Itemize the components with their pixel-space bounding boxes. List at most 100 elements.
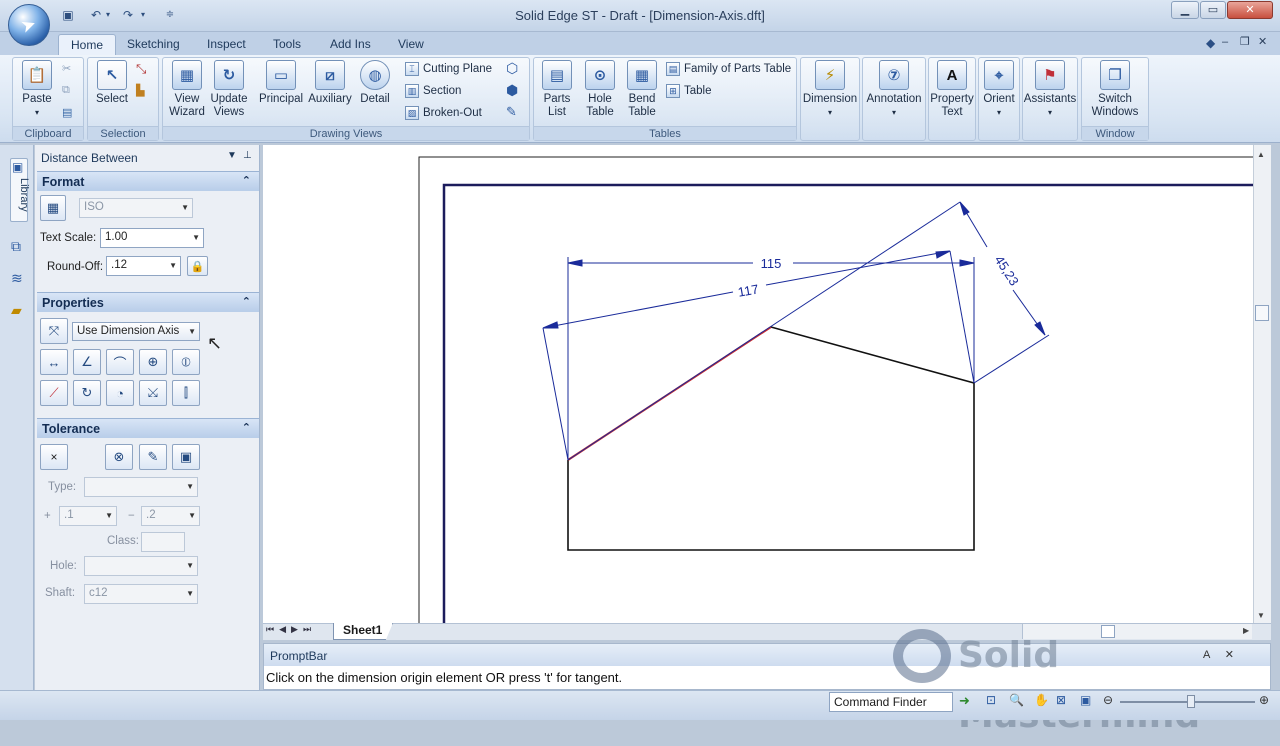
save-icon[interactable]: ▣ — [60, 7, 76, 23]
bend-table-button[interactable]: ▦ Bend Table — [622, 60, 662, 119]
drawing-sheet-svg[interactable]: 115 117 45,23 — [263, 145, 1253, 623]
axis-mode-select[interactable]: Use Dimension Axis ▼ — [72, 322, 200, 341]
minus-tolerance-select[interactable]: .2 ▼ — [141, 506, 200, 526]
format-painter-icon[interactable]: ▤ — [62, 106, 72, 119]
vertical-scrollbar[interactable] — [1253, 145, 1271, 623]
format-section-header[interactable]: Format ⌃ — [37, 171, 259, 191]
type-select[interactable]: ▼ — [84, 477, 198, 497]
view-cube-icon[interactable]: ⬡ — [506, 60, 518, 77]
linear-dimension-icon[interactable]: ↔ — [40, 349, 68, 375]
parts-list-button[interactable]: ▤ Parts List — [536, 60, 578, 119]
broken-out-button[interactable]: ▨ Broken-Out — [405, 104, 482, 122]
dimension-dropdown-icon[interactable]: ▾ — [802, 106, 858, 119]
section-button[interactable]: ▥ Section — [405, 82, 461, 100]
text-scale-select[interactable]: 1.00 ▼ — [100, 228, 204, 248]
pan-icon[interactable]: ✋ — [1034, 693, 1049, 707]
zoom-icon[interactable]: 🔍 — [1009, 693, 1024, 707]
tab-inspect[interactable]: Inspect — [195, 34, 258, 56]
lock-icon[interactable]: 🔒 — [187, 256, 208, 276]
assistants-dropdown-icon[interactable]: ▾ — [1022, 106, 1078, 119]
table-button[interactable]: ⊞ Table — [666, 82, 712, 100]
select-filter-icon[interactable]: ▙ — [136, 84, 144, 97]
arc-dimension-icon[interactable]: ↻ — [73, 380, 101, 406]
tab-add-ins[interactable]: Add Ins — [318, 34, 383, 56]
tab-view[interactable]: View — [386, 34, 436, 56]
cutting-plane-button[interactable]: ⌶ Cutting Plane — [405, 60, 492, 78]
select-button[interactable]: ↖ Select — [93, 60, 131, 106]
close-button[interactable]: ✕ — [1227, 1, 1273, 19]
paste-button[interactable]: 📋 Paste ▾ — [18, 60, 56, 119]
symmetric-diameter-icon[interactable]: ⦶ — [172, 349, 200, 375]
assistants-button[interactable]: ⚑ Assistants ▾ — [1022, 60, 1078, 119]
view-cube-2-icon[interactable]: ⬢ — [506, 82, 518, 99]
scroll-down-icon[interactable]: ▼ — [1257, 611, 1265, 620]
vertical-scroll-thumb[interactable] — [1255, 305, 1269, 321]
chamfer-dimension-icon[interactable]: ⟋ — [40, 380, 68, 406]
auxiliary-button[interactable]: ⧄ Auxiliary — [306, 60, 354, 106]
view-wizard-button[interactable]: ▦ View Wizard — [166, 60, 208, 119]
round-off-select[interactable]: .12 ▼ — [106, 256, 181, 276]
go-arrow-icon[interactable]: ➜ — [959, 693, 970, 709]
orient-button[interactable]: ⌖ Orient ▾ — [979, 60, 1019, 119]
command-finder-input[interactable]: Command Finder — [829, 692, 953, 712]
panel-menu-icon[interactable]: ▼ — [227, 150, 237, 161]
annotation-dropdown-icon[interactable]: ▾ — [863, 106, 925, 119]
copy-icon[interactable]: ⧉ — [62, 84, 70, 97]
folder-icon[interactable]: ▰ — [11, 302, 22, 319]
principal-button[interactable]: ▭ Principal — [258, 60, 304, 106]
tolerance-type-icon[interactable]: ⊗ — [105, 444, 133, 470]
layers-icon[interactable]: ⧉ — [11, 238, 21, 255]
undo-dropdown-icon[interactable]: ▾ — [104, 7, 112, 23]
tolerance-section-header[interactable]: Tolerance ⌃ — [37, 418, 259, 438]
zoom-out-icon[interactable]: ⊖ — [1103, 693, 1113, 707]
properties-section-header[interactable]: Properties ⌃ — [37, 292, 259, 312]
sheets-icon[interactable]: ≋ — [11, 270, 23, 287]
minimize-button[interactable]: ▁ — [1171, 1, 1199, 19]
doc-restore-icon[interactable]: ❐ — [1240, 35, 1250, 48]
redo-icon[interactable]: ↷ — [120, 7, 136, 23]
stacked-dimension-icon[interactable]: ⫿ — [172, 380, 200, 406]
switch-windows-button[interactable]: ❐ Switch Windows — [1083, 60, 1147, 119]
select-tool-icon[interactable]: ⤡ — [136, 61, 146, 77]
tolerance-edit-icon[interactable]: ✎ — [139, 444, 167, 470]
cut-icon[interactable]: ✂ — [62, 62, 71, 75]
pin-icon[interactable]: ⊥ — [243, 150, 252, 161]
paste-dropdown-icon[interactable]: ▾ — [18, 106, 56, 119]
coordinate-dimension-icon[interactable]: ⤩ — [139, 380, 167, 406]
shaft-select[interactable]: c12 ▼ — [84, 584, 198, 604]
undo-icon[interactable]: ↶ — [88, 7, 104, 23]
customize-toolbar-icon[interactable]: ≑ — [164, 7, 176, 23]
class-field[interactable] — [141, 532, 185, 552]
style-icon[interactable]: ▦ — [40, 195, 66, 221]
fit-icon[interactable]: ⊠ — [1056, 693, 1066, 707]
orient-dropdown-icon[interactable]: ▾ — [979, 106, 1019, 119]
scroll-up-icon[interactable]: ▲ — [1257, 150, 1265, 159]
radius-dimension-icon[interactable]: ⌒ — [106, 349, 134, 375]
doc-close-icon[interactable]: ✕ — [1258, 35, 1267, 48]
dimension-button[interactable]: ⚡ Dimension ▾ — [802, 60, 858, 119]
redo-dropdown-icon[interactable]: ▾ — [138, 7, 148, 23]
plus-tolerance-select[interactable]: .1 ▼ — [59, 506, 117, 526]
tab-home[interactable]: Home — [58, 34, 117, 56]
tab-sketching[interactable]: Sketching — [115, 34, 192, 56]
zoom-area-icon[interactable]: ⊡ — [986, 693, 996, 707]
hole-select[interactable]: ▼ — [84, 556, 198, 576]
sheet-tab-sheet1[interactable]: Sheet1 — [333, 623, 393, 640]
tolerance-box-icon[interactable]: ▣ — [172, 444, 200, 470]
help-icon[interactable]: ◆ — [1206, 36, 1215, 50]
hole-table-button[interactable]: ⊙ Hole Table — [580, 60, 620, 119]
family-of-parts-table-button[interactable]: ▤ Family of Parts Table — [666, 60, 791, 78]
tab-tools[interactable]: Tools — [261, 34, 313, 56]
diameter-dimension-icon[interactable]: ⊕ — [139, 349, 167, 375]
angle-dimension-icon[interactable]: ∠ — [73, 349, 101, 375]
style-select[interactable]: ISO ▼ — [79, 198, 193, 218]
sheet-nav-icons[interactable]: ⏮◀▶⏭ — [266, 624, 316, 635]
dimension-115-text[interactable]: 115 — [761, 256, 782, 271]
zoom-in-icon[interactable]: ⊕ — [1259, 693, 1269, 707]
sheet-view-icon[interactable]: ▣ — [1080, 693, 1091, 707]
dimension-axis-icon[interactable]: ⤧ — [40, 318, 68, 344]
application-button[interactable]: ➤ — [8, 4, 50, 46]
annotation-button[interactable]: ⑦ Annotation ▾ — [863, 60, 925, 119]
property-text-button[interactable]: A Property Text — [929, 60, 975, 119]
update-views-button[interactable]: ↻ Update Views — [208, 60, 250, 119]
